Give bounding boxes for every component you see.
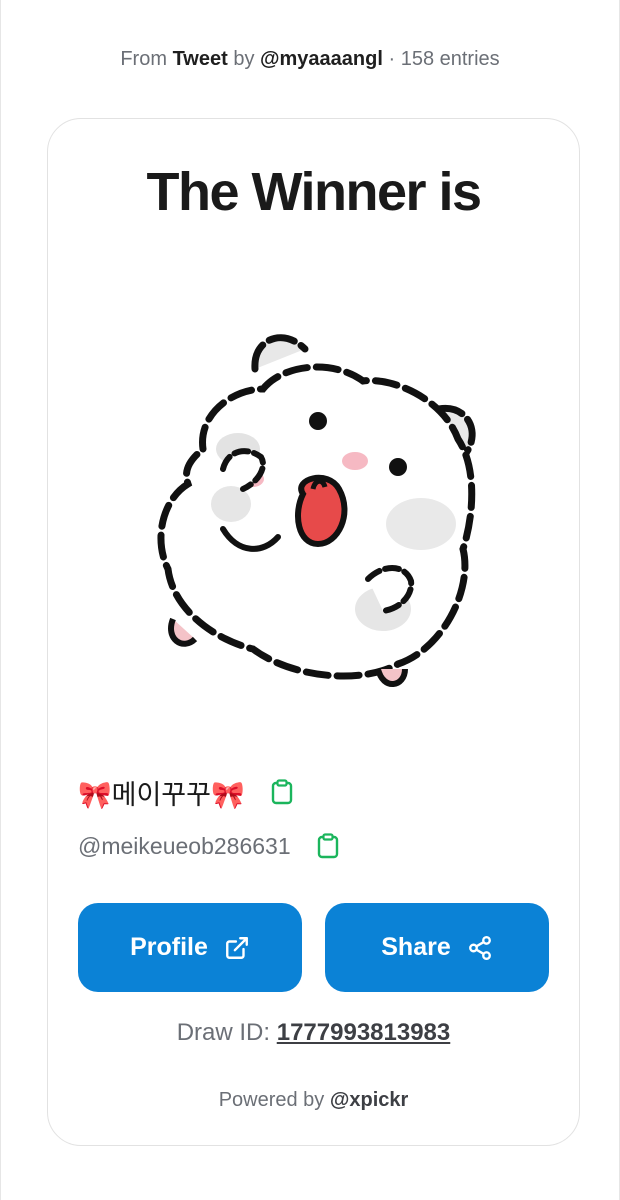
source-type[interactable]: Tweet (173, 48, 228, 70)
draw-id-label: Draw ID: (176, 1019, 271, 1046)
winner-display-name: 🎀메이꾸꾸🎀 (78, 779, 245, 811)
handle-row: @meikeueob286631 (78, 829, 339, 863)
draw-id-row: Draw ID: 1777993813983 (48, 1019, 579, 1047)
source-separator: · (388, 48, 396, 70)
source-author[interactable]: @myaaaangl (260, 48, 383, 70)
hamster-illustration (157, 334, 476, 687)
source-line: From Tweet by @myaaaangl · 158 entries (0, 48, 620, 71)
share-icon (468, 935, 491, 960)
winner-card: The Winner is 🎀메이꾸꾸🎀 @meikeueob286631 Pr… (47, 118, 580, 1146)
source-prefix: From (120, 48, 167, 70)
powered-prefix: Powered by (218, 1089, 325, 1111)
source-by: by (233, 48, 255, 70)
share-button-label: Share (381, 933, 451, 961)
entries-count: 158 entries (400, 48, 500, 70)
display-name-row: 🎀메이꾸꾸🎀 (78, 774, 293, 811)
share-button[interactable]: Share (325, 903, 549, 992)
external-link-icon (225, 936, 248, 959)
profile-button[interactable]: Profile (78, 903, 302, 992)
powered-by: Powered by @xpickr (48, 1089, 579, 1112)
winner-handle: @meikeueob286631 (78, 832, 291, 859)
copy-display-name-icon[interactable] (271, 779, 293, 805)
draw-id-link[interactable]: 1777993813983 (277, 1019, 451, 1046)
profile-button-label: Profile (130, 933, 208, 961)
powered-brand-link[interactable]: @xpickr (330, 1089, 408, 1111)
copy-handle-icon[interactable] (317, 833, 339, 859)
winner-title: The Winner is (146, 162, 482, 222)
